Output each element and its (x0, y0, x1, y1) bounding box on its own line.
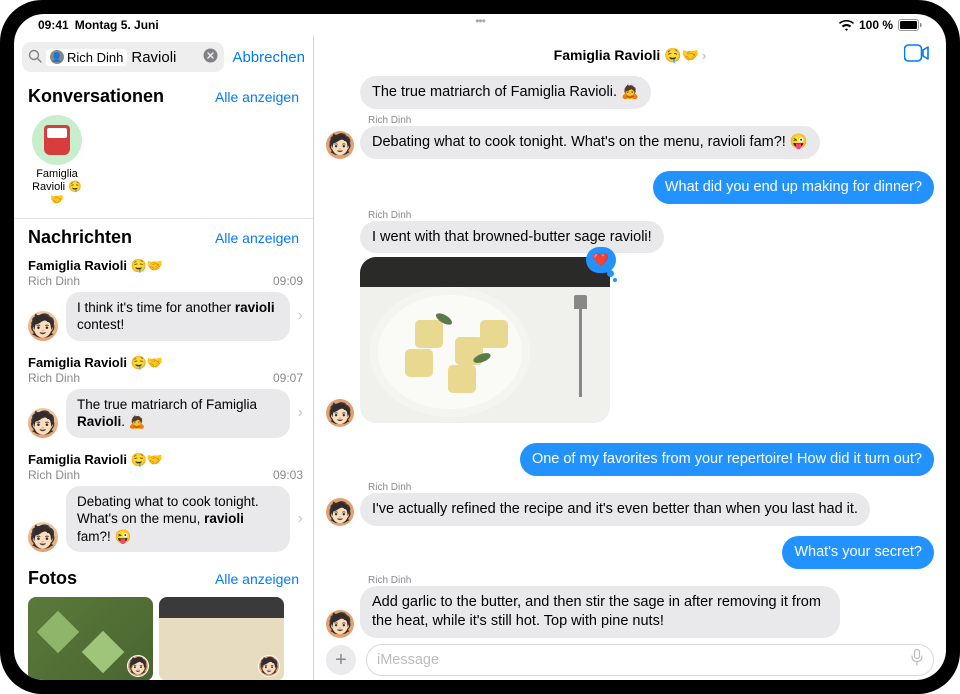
chevron-right-icon: › (298, 307, 303, 325)
result-time: 09:09 (273, 274, 303, 288)
person-icon: 👤 (50, 50, 64, 64)
result-sender: Rich Dinh (28, 274, 80, 288)
add-attachment-button[interactable]: + (326, 645, 356, 675)
chevron-right-icon: › (702, 48, 706, 63)
input-placeholder: iMessage (377, 652, 439, 668)
tapback-heart[interactable]: ❤️ (586, 247, 616, 273)
section-conversations-title: Konversationen (28, 86, 164, 107)
sidebar: 👤 Rich Dinh Ravioli Abbrechen Konversati… (14, 36, 314, 680)
sender-label: Rich Dinh (368, 482, 934, 493)
avatar[interactable] (326, 610, 354, 638)
battery-icon (898, 19, 922, 31)
status-date: Montag 5. Juni (75, 18, 159, 32)
message-bubble-incoming[interactable]: Add garlic to the butter, and then stir … (360, 586, 840, 638)
result-time: 09:03 (273, 468, 303, 482)
result-time: 09:07 (273, 371, 303, 385)
result-preview: The true matriarch of Famiglia Ravioli. … (66, 389, 290, 438)
message-input[interactable]: iMessage (366, 644, 934, 676)
search-icon (28, 49, 42, 66)
avatar[interactable] (326, 399, 354, 427)
search-token[interactable]: 👤 Rich Dinh (46, 49, 127, 66)
chat-header[interactable]: Famiglia Ravioli 🤤🤝 › (314, 36, 946, 76)
message-bubble-outgoing[interactable]: What did you end up making for dinner? (653, 171, 934, 204)
battery-percent: 100 % (859, 18, 893, 32)
show-all-messages[interactable]: Alle anzeigen (215, 230, 299, 246)
dictation-button[interactable] (911, 649, 923, 671)
avatar (258, 655, 280, 677)
sender-label: Rich Dinh (368, 575, 934, 586)
avatar (28, 408, 58, 438)
show-all-photos[interactable]: Alle anzeigen (215, 571, 299, 587)
message-bubble-incoming[interactable]: I went with that browned-butter sage rav… (360, 221, 664, 254)
message-bubble-outgoing[interactable]: One of my favorites from your repertoire… (520, 443, 934, 476)
search-result[interactable]: Famiglia Ravioli 🤤🤝 Rich Dinh 09:09 I th… (14, 252, 313, 349)
status-time: 09:41 (38, 18, 69, 32)
conversation-name: Famiglia Ravioli 🤤🤝 (28, 168, 86, 208)
group-avatar (32, 115, 82, 165)
result-preview: I think it's time for another ravioli co… (66, 292, 290, 341)
photo-result[interactable] (159, 597, 284, 680)
chat-title: Famiglia Ravioli 🤤🤝 (554, 47, 699, 64)
search-result[interactable]: Famiglia Ravioli 🤤🤝 Rich Dinh 09:07 The … (14, 349, 313, 446)
sender-label: Rich Dinh (368, 115, 934, 126)
clear-search-button[interactable] (203, 48, 218, 67)
cancel-button[interactable]: Abbrechen (232, 49, 305, 66)
message-bubble-incoming[interactable]: The true matriarch of Famiglia Ravioli. … (360, 76, 651, 109)
result-sender: Rich Dinh (28, 371, 80, 385)
sender-label: Rich Dinh (368, 210, 934, 221)
avatar (127, 655, 149, 677)
message-bubble-incoming[interactable]: I've actually refined the recipe and it'… (360, 493, 870, 526)
section-photos-title: Fotos (28, 568, 77, 589)
search-input[interactable]: 👤 Rich Dinh Ravioli (22, 42, 224, 72)
multitask-indicator[interactable]: ••• (475, 14, 485, 28)
result-sender: Rich Dinh (28, 468, 80, 482)
avatar[interactable] (326, 131, 354, 159)
section-messages-title: Nachrichten (28, 227, 132, 248)
search-result[interactable]: Famiglia Ravioli 🤤🤝 Rich Dinh 09:03 Deba… (14, 446, 313, 561)
facetime-button[interactable] (904, 44, 930, 67)
show-all-conversations[interactable]: Alle anzeigen (215, 89, 299, 105)
chevron-right-icon: › (298, 404, 303, 422)
result-preview: Debating what to cook tonight. What's on… (66, 486, 290, 553)
avatar (28, 522, 58, 552)
photo-result[interactable] (28, 597, 153, 680)
chevron-right-icon: › (298, 510, 303, 528)
search-query: Ravioli (131, 49, 176, 66)
conversation-thumbnail[interactable]: Famiglia Ravioli 🤤🤝 (28, 115, 86, 208)
avatar[interactable] (326, 498, 354, 526)
chat-panel: Famiglia Ravioli 🤤🤝 › The true matriarch… (314, 36, 946, 680)
message-bubble-outgoing[interactable]: What's your secret? (782, 536, 934, 569)
avatar (28, 311, 58, 341)
message-bubble-incoming[interactable]: Debating what to cook tonight. What's on… (360, 126, 820, 159)
message-list[interactable]: The true matriarch of Famiglia Ravioli. … (314, 76, 946, 638)
message-image[interactable] (360, 257, 610, 423)
wifi-icon (839, 20, 854, 31)
